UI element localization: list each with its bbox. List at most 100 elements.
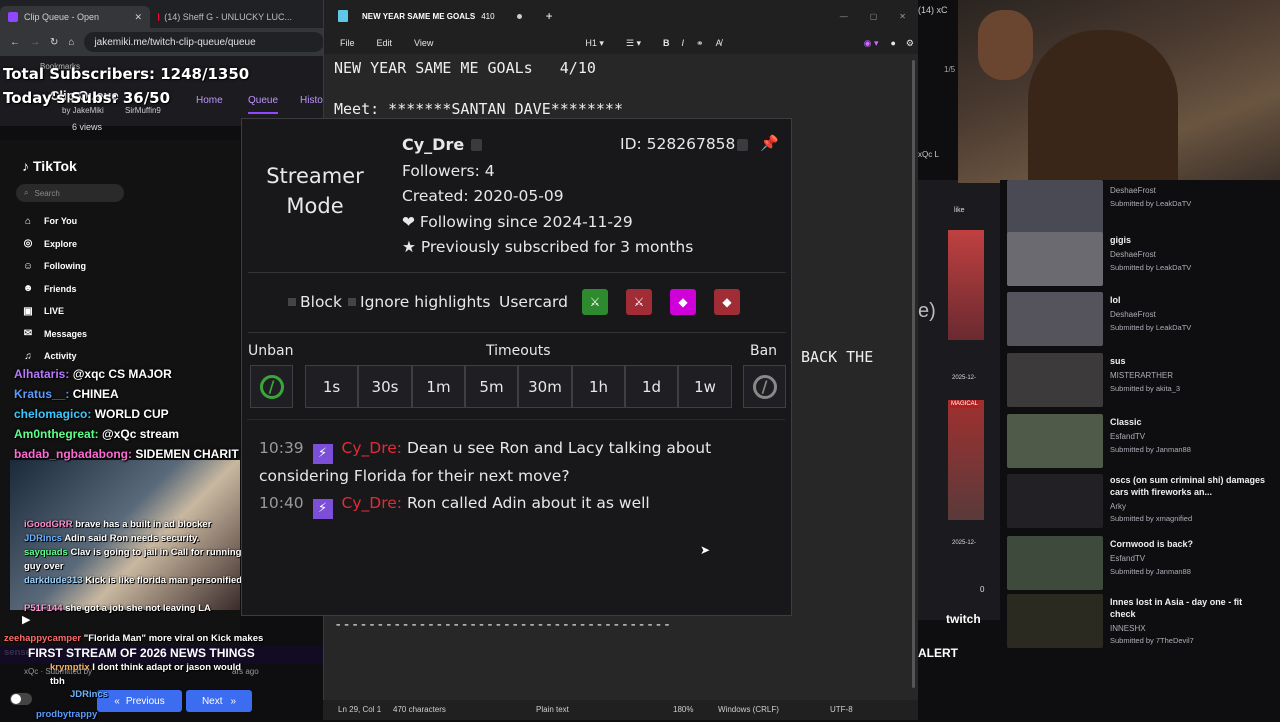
- close-window-icon[interactable]: ✕: [899, 12, 906, 21]
- notepad-line-1[interactable]: NEW YEAR SAME ME GOALs 4/10: [334, 59, 596, 77]
- menu-view[interactable]: View: [414, 38, 433, 48]
- ignore-highlights-checkbox[interactable]: Ignore highlights: [348, 293, 490, 311]
- nav-home-link[interactable]: Home: [196, 95, 223, 106]
- clip-submitter: Submitted by LeakDaTV: [1110, 199, 1191, 208]
- nav-queue-link[interactable]: Queue: [248, 95, 278, 114]
- maximize-icon[interactable]: ▢: [870, 12, 878, 21]
- clip-item[interactable]: oscs (on sum criminal shi) damages cars …: [1007, 474, 1277, 532]
- menu-file[interactable]: File: [340, 38, 355, 48]
- ban-button[interactable]: /: [743, 365, 786, 408]
- browser-tab-clip-queue[interactable]: Clip Queue - Open ✕: [0, 6, 150, 28]
- copilot-icon[interactable]: ◉ ▾: [864, 38, 879, 49]
- stream-thumb[interactable]: [948, 230, 984, 340]
- timeout-1s-button[interactable]: 1s: [305, 365, 358, 408]
- browser-tab-youtube[interactable]: (14) Sheff G - UNLUCKY LUC...: [150, 6, 300, 28]
- clip-item[interactable]: Cornwood is back?EsfandTVSubmitted by Ja…: [1007, 536, 1277, 594]
- tiktok-search[interactable]: ⌕Search: [16, 184, 124, 202]
- right-browser-tab[interactable]: (14) xC: [918, 5, 958, 15]
- forward-arrow-icon[interactable]: →: [30, 37, 40, 48]
- clip-item[interactable]: susMISTERARTHERSubmitted by akita_3: [1007, 353, 1277, 411]
- timeout-5m-button[interactable]: 5m: [465, 365, 518, 408]
- notepad-dashes[interactable]: ----------------------------------------: [334, 617, 671, 633]
- mod-action-gem-red-icon[interactable]: ◆: [714, 289, 740, 315]
- mod-action-gem-magenta-icon[interactable]: ◆: [670, 289, 696, 315]
- minimize-icon[interactable]: —: [840, 12, 848, 21]
- clip-item[interactable]: ClassicEsfandTVSubmitted by Janman88: [1007, 414, 1277, 472]
- clip-item[interactable]: gigisDeshaeFrostSubmitted by LeakDaTV: [1007, 232, 1277, 290]
- settings-gear-icon[interactable]: ⚙: [906, 38, 914, 49]
- usercard-link[interactable]: Usercard: [499, 293, 568, 311]
- nav-activity[interactable]: ♫Activity: [0, 345, 240, 368]
- clear-format-icon[interactable]: A̸: [716, 38, 722, 48]
- next-button[interactable]: Next»: [186, 690, 252, 712]
- nav-label: LIVE: [44, 306, 64, 316]
- timeout-30m-button[interactable]: 30m: [518, 365, 572, 408]
- line-ending[interactable]: Windows (CRLF): [718, 705, 779, 714]
- italic-icon[interactable]: I: [682, 38, 685, 48]
- message-username[interactable]: Cy_Dre:: [342, 494, 402, 512]
- menu-edit[interactable]: Edit: [377, 38, 393, 48]
- divider: [248, 272, 786, 273]
- address-bar[interactable]: jakemiki.me/twitch-clip-queue/queue: [84, 32, 324, 52]
- mod-action-red-sword-icon[interactable]: ⚔: [626, 289, 652, 315]
- list-icon[interactable]: ☰ ▾: [626, 38, 641, 49]
- heading-select[interactable]: H1 ▾: [585, 38, 604, 49]
- reload-icon[interactable]: ↻: [50, 37, 58, 48]
- message-username[interactable]: Cy_Dre:: [342, 439, 402, 457]
- timeout-1w-button[interactable]: 1w: [678, 365, 732, 408]
- clip-item[interactable]: Innes lost in Asia - day one - fit check…: [1007, 594, 1277, 652]
- timeout-1m-button[interactable]: 1m: [412, 365, 465, 408]
- bold-icon[interactable]: B: [663, 38, 670, 48]
- zero-counter: 0: [980, 585, 984, 594]
- home-icon[interactable]: ⌂: [68, 37, 74, 48]
- notepad-app-icon: [338, 10, 348, 22]
- copy-username-icon[interactable]: [471, 139, 482, 151]
- stream-thumb[interactable]: [948, 400, 984, 520]
- pin-icon[interactable]: 📌: [760, 134, 779, 152]
- clip-item[interactable]: DeshaeFrostSubmitted by LeakDaTV: [1007, 180, 1277, 238]
- mod-action-green-icon[interactable]: ⚔: [582, 289, 608, 315]
- clip-thumbnail: [1007, 474, 1103, 528]
- timeout-1d-button[interactable]: 1d: [625, 365, 678, 408]
- nav-friends[interactable]: ☻Friends: [0, 278, 240, 301]
- previous-button[interactable]: «Previous: [97, 690, 182, 712]
- tab-label: Clip Queue - Open: [24, 12, 99, 22]
- username[interactable]: Cy_Dre: [402, 135, 464, 154]
- zoom-level[interactable]: 180%: [673, 705, 693, 714]
- clip-title: lol: [1110, 294, 1270, 306]
- clip-item[interactable]: lolDeshaeFrostSubmitted by LeakDaTV: [1007, 292, 1277, 350]
- close-icon[interactable]: ✕: [134, 12, 142, 23]
- notepad-titlebar: NEW YEAR SAME ME GOALS 410 + — ▢ ✕: [324, 0, 918, 32]
- timeout-1h-button[interactable]: 1h: [572, 365, 625, 408]
- vertical-scrollbar[interactable]: [912, 60, 915, 688]
- nav-live[interactable]: ▣LIVE: [0, 300, 240, 323]
- nav-history-link[interactable]: Histo: [300, 95, 323, 106]
- account-icon[interactable]: ●: [890, 38, 895, 48]
- unban-button[interactable]: /: [250, 365, 293, 408]
- tab-label: (14) Sheff G - UNLUCKY LUC...: [164, 12, 292, 22]
- small-chat-list: iGoodGRR brave has a built in ad blocker…: [24, 518, 269, 616]
- document-tab-title[interactable]: NEW YEAR SAME ME GOALS: [362, 12, 475, 21]
- new-tab-plus-icon[interactable]: +: [546, 9, 553, 23]
- nav-messages[interactable]: ✉Messages: [0, 323, 240, 346]
- nav-explore[interactable]: ◎Explore: [0, 233, 240, 256]
- encoding[interactable]: UTF-8: [830, 705, 853, 714]
- notepad-fragment[interactable]: BACK THE: [801, 348, 873, 366]
- notepad-line-2[interactable]: Meet: *******SANTAN DAVE********: [334, 100, 623, 118]
- copy-id-icon[interactable]: [737, 139, 748, 151]
- chat-username: Am0nthegreat:: [14, 427, 99, 441]
- clip-title: oscs (on sum criminal shi) damages cars …: [1110, 474, 1270, 498]
- toggle-switch[interactable]: [10, 693, 32, 705]
- link-icon[interactable]: ⚭: [696, 38, 704, 49]
- chat-text: brave has a built in ad blocker: [75, 519, 211, 530]
- nav-for-you[interactable]: ⌂For You: [0, 210, 240, 233]
- double-chevron-left-icon: «: [114, 696, 120, 707]
- twitch-logo[interactable]: twitch: [946, 612, 981, 626]
- tiktok-nav: ⌂For You ◎Explore ☺Following ☻Friends ▣L…: [0, 210, 240, 368]
- block-checkbox[interactable]: Block: [288, 293, 342, 311]
- timeout-30s-button[interactable]: 30s: [358, 365, 412, 408]
- tiktok-logo[interactable]: ♪TikTok: [0, 140, 240, 174]
- back-arrow-icon[interactable]: ←: [10, 37, 20, 48]
- format-indicator[interactable]: Plain text: [536, 705, 569, 714]
- nav-following[interactable]: ☺Following: [0, 255, 240, 278]
